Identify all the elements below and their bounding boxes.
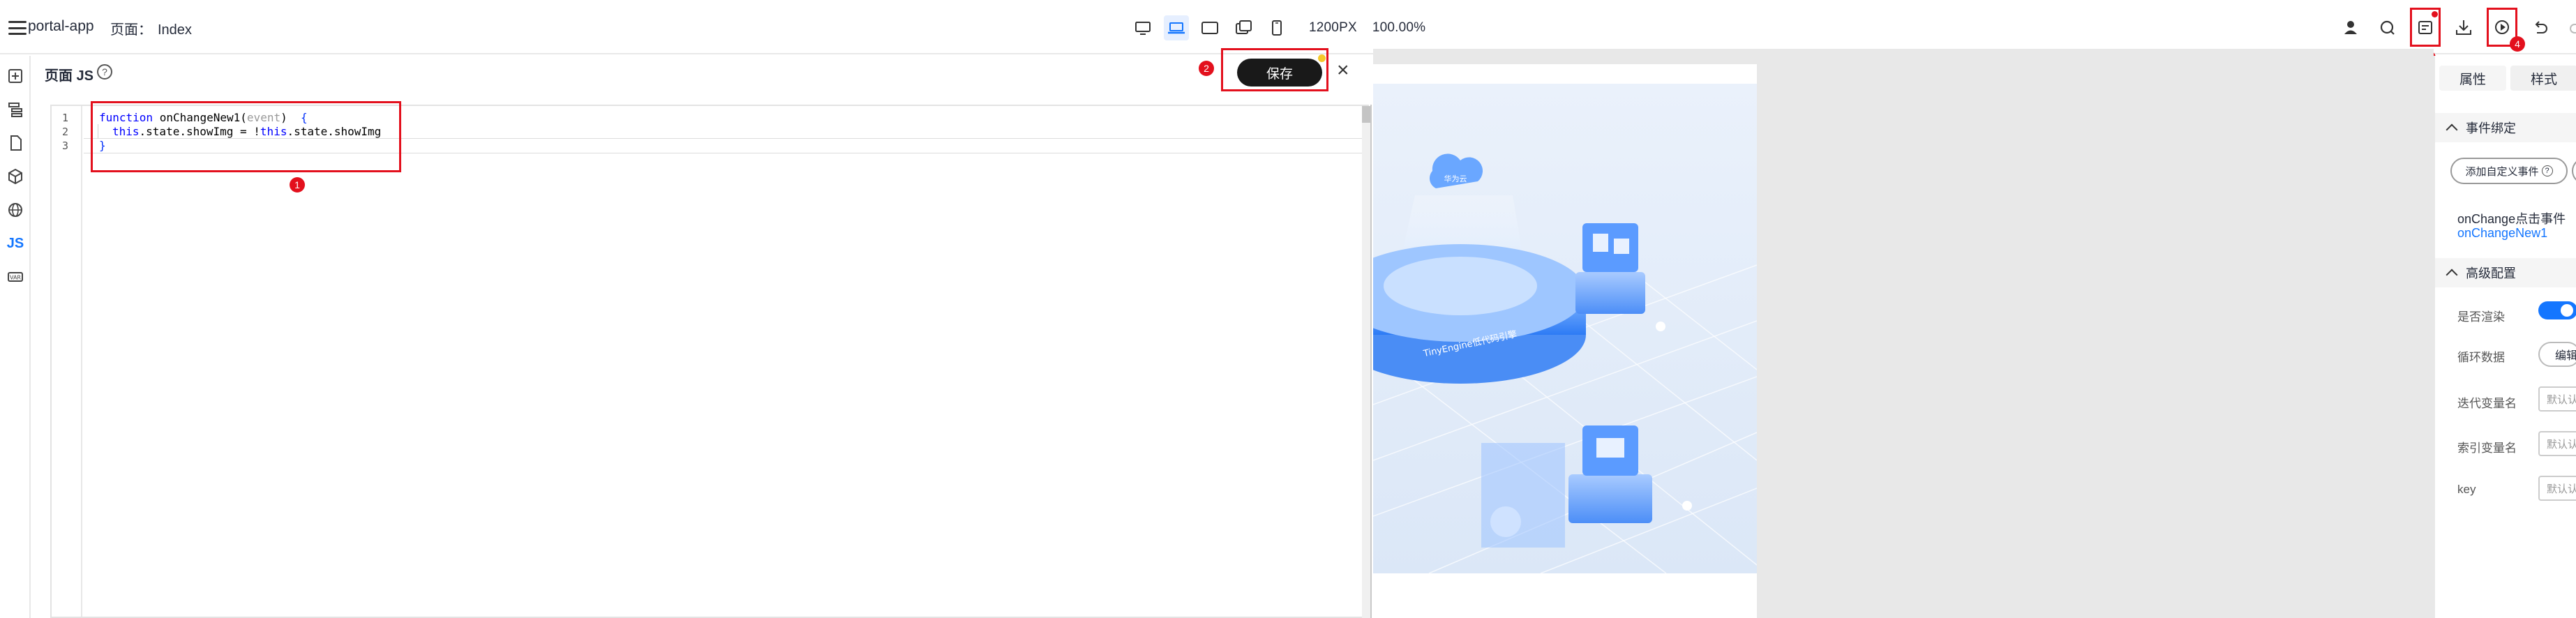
- block-cube-icon[interactable]: [5, 166, 26, 187]
- right-toolbar: 3 4: [2337, 8, 2576, 66]
- index-var-input[interactable]: 默认认: [2538, 431, 2576, 456]
- page-file-icon[interactable]: [5, 133, 26, 153]
- download-icon[interactable]: [2450, 14, 2477, 40]
- page-name: Index: [158, 22, 192, 38]
- line-number: 2: [61, 126, 68, 138]
- code-highlight: [91, 101, 401, 172]
- code-editor[interactable]: 1 2 3 function onChangeNew1(event) { thi…: [50, 101, 1372, 618]
- add-event-label: 添加自定义事件: [2465, 165, 2539, 178]
- event-extra-button[interactable]: [2572, 158, 2576, 184]
- loop-edit-button[interactable]: 编辑: [2538, 342, 2576, 367]
- preview-icon[interactable]: 4: [2487, 8, 2525, 52]
- var-icon[interactable]: VAR: [5, 266, 26, 287]
- tablet-icon[interactable]: [1231, 15, 1256, 40]
- help-icon: ?: [2541, 165, 2553, 176]
- svg-text:华为云: 华为云: [1444, 174, 1467, 183]
- app-name[interactable]: portal-app: [28, 18, 94, 35]
- top-toolbar: portal-app 页面： Index 1200PX 100.00% 4: [0, 0, 2576, 66]
- annotation-2: 2: [1199, 61, 1214, 76]
- render-toggle[interactable]: [2538, 301, 2576, 319]
- key-input[interactable]: 默认认: [2538, 476, 2576, 501]
- undo-icon[interactable]: [2527, 14, 2554, 40]
- settings-panel: 属性 样式 事件绑定 添加自定义事件 ? onChange点击事件 onChan…: [2434, 56, 2576, 618]
- iter-var-input[interactable]: 默认认: [2538, 386, 2576, 412]
- panel-title: 页面 JS: [45, 68, 94, 84]
- event-binding-section[interactable]: 事件绑定: [2435, 113, 2576, 142]
- key-label: key: [2457, 483, 2476, 496]
- event-name: onChange点击事件: [2457, 212, 2566, 226]
- outline-tree-icon[interactable]: [5, 99, 26, 120]
- page-prefix: 页面：: [110, 22, 152, 38]
- save-button[interactable]: 保存: [1237, 59, 1322, 86]
- tab-styles[interactable]: 样式: [2510, 66, 2576, 91]
- desktop-large-icon[interactable]: [1130, 15, 1155, 40]
- page-selector[interactable]: 页面： Index: [110, 18, 192, 38]
- add-custom-event-button[interactable]: 添加自定义事件 ?: [2450, 158, 2568, 184]
- panel-splitter[interactable]: [1370, 105, 1372, 618]
- device-switcher: 1200PX 100.00%: [1130, 14, 1425, 42]
- settings-tabs: 属性 样式: [2435, 66, 2576, 105]
- close-icon[interactable]: ×: [1337, 60, 1349, 81]
- loop-label: 循环数据: [2457, 351, 2505, 364]
- line-number: 3: [61, 140, 68, 152]
- page-js-panel: 页面 JS ? 2 保存 × 1 2 3 function onChangeNe…: [32, 48, 1372, 618]
- line-number: 1: [61, 112, 68, 124]
- section-title: 高级配置: [2466, 266, 2516, 280]
- js-icon[interactable]: JS: [5, 233, 26, 254]
- save-highlight: 保存: [1221, 48, 1328, 91]
- annotation-4: 4: [2510, 36, 2525, 52]
- event-handler-link[interactable]: onChangeNew1: [2457, 226, 2547, 241]
- svg-text:VAR: VAR: [10, 275, 21, 281]
- unsaved-dot: [1318, 54, 1326, 62]
- user-icon[interactable]: [2337, 14, 2364, 40]
- chevron-up-icon: [2446, 269, 2458, 281]
- schema-change-dot: [2432, 11, 2438, 17]
- schema-icon[interactable]: 3: [2410, 8, 2441, 66]
- line-gutter: 1 2 3: [52, 106, 82, 617]
- index-var-label: 索引变量名: [2457, 442, 2517, 455]
- tablet-landscape-icon[interactable]: [1197, 15, 1222, 40]
- advanced-config-section[interactable]: 高级配置: [2435, 258, 2576, 287]
- menu-icon[interactable]: [8, 21, 27, 35]
- refresh-icon[interactable]: [2374, 14, 2400, 40]
- plugin-rail: JS VAR: [0, 56, 31, 618]
- add-component-icon[interactable]: [5, 66, 26, 86]
- laptop-icon[interactable]: [1164, 15, 1189, 40]
- globe-icon[interactable]: [5, 199, 26, 220]
- annotation-1: 1: [290, 177, 305, 193]
- phone-icon[interactable]: [1264, 15, 1289, 40]
- chevron-up-icon: [2446, 123, 2458, 136]
- canvas-size[interactable]: 1200PX: [1309, 20, 1357, 36]
- tab-properties[interactable]: 属性: [2439, 66, 2506, 91]
- render-label: 是否渲染: [2457, 310, 2505, 324]
- iter-var-label: 迭代变量名: [2457, 397, 2517, 410]
- help-icon[interactable]: ?: [97, 64, 112, 80]
- zoom-level[interactable]: 100.00%: [1372, 20, 1425, 36]
- redo-icon[interactable]: [2563, 14, 2576, 40]
- section-title: 事件绑定: [2466, 121, 2516, 135]
- hero-illustration[interactable]: TinyEngine低代码引擎 华为云: [1373, 84, 1757, 573]
- app-root: portal-app 页面： Index 1200PX 100.00% 4 JS…: [0, 0, 2576, 618]
